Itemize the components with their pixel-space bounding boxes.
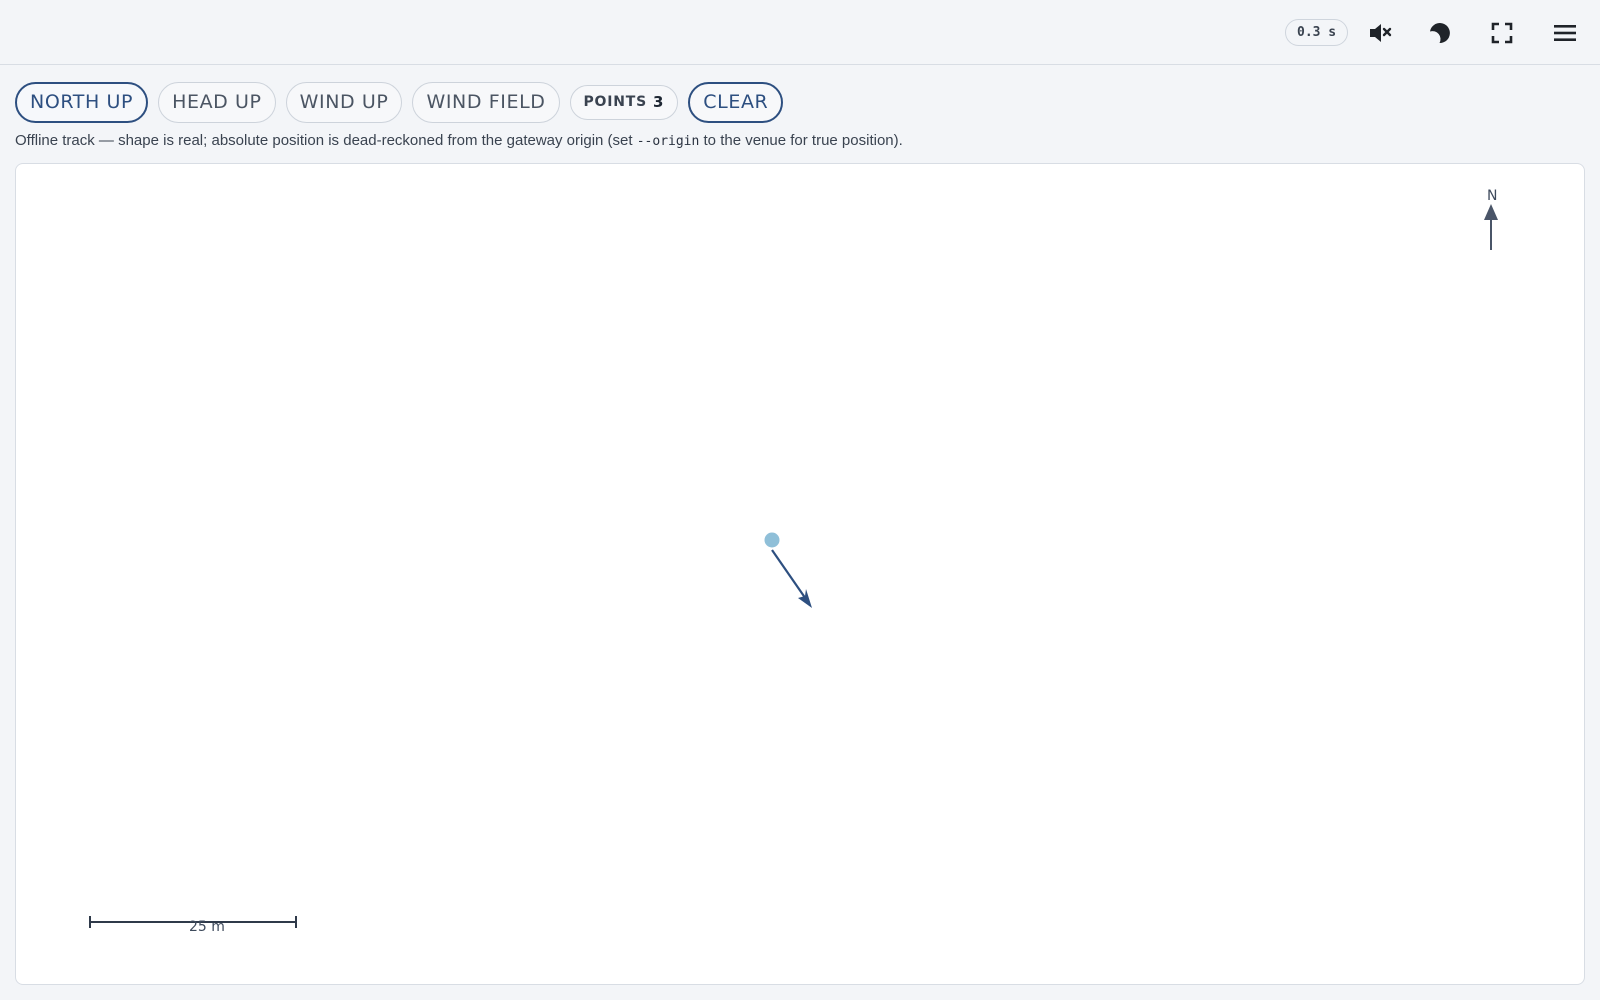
offline-notice: Offline track — shape is real; absolute … [15,132,903,149]
track-line [771,549,809,603]
track-map[interactable]: N 25 m [15,163,1585,985]
head-up-button[interactable]: HEAD UP [158,81,276,123]
speaker-muted-icon[interactable] [1364,16,1398,50]
wind-field-button[interactable]: WIND FIELD [412,81,560,123]
view-controls: NORTH UP HEAD UP WIND UP WIND FIELD POIN… [15,81,784,123]
moon-icon[interactable] [1423,16,1457,50]
clear-button[interactable]: CLEAR [688,81,784,123]
compass-label: N [1487,188,1498,204]
wind-up-button[interactable]: WIND UP [285,81,403,123]
hamburger-menu-icon[interactable] [1548,16,1582,50]
top-bar: 0.3 s [0,0,1600,65]
north-up-button[interactable]: NORTH UP [15,81,149,123]
latency-badge: 0.3 s [1285,19,1349,46]
notice-text-start: Offline track — shape is real; absolute … [15,132,637,149]
north-arrow-icon [1484,204,1498,250]
points-count: 3 [653,93,665,111]
track-start-point [764,532,780,548]
origin-flag: --origin [636,134,700,149]
points-counter: POINTS 3 [569,84,679,120]
notice-text-end: to the venue for true position). [699,132,903,149]
scale-label: 25 m [189,919,225,935]
fullscreen-icon[interactable] [1485,16,1519,50]
points-label: POINTS [583,94,648,110]
map-canvas [89,204,1498,928]
